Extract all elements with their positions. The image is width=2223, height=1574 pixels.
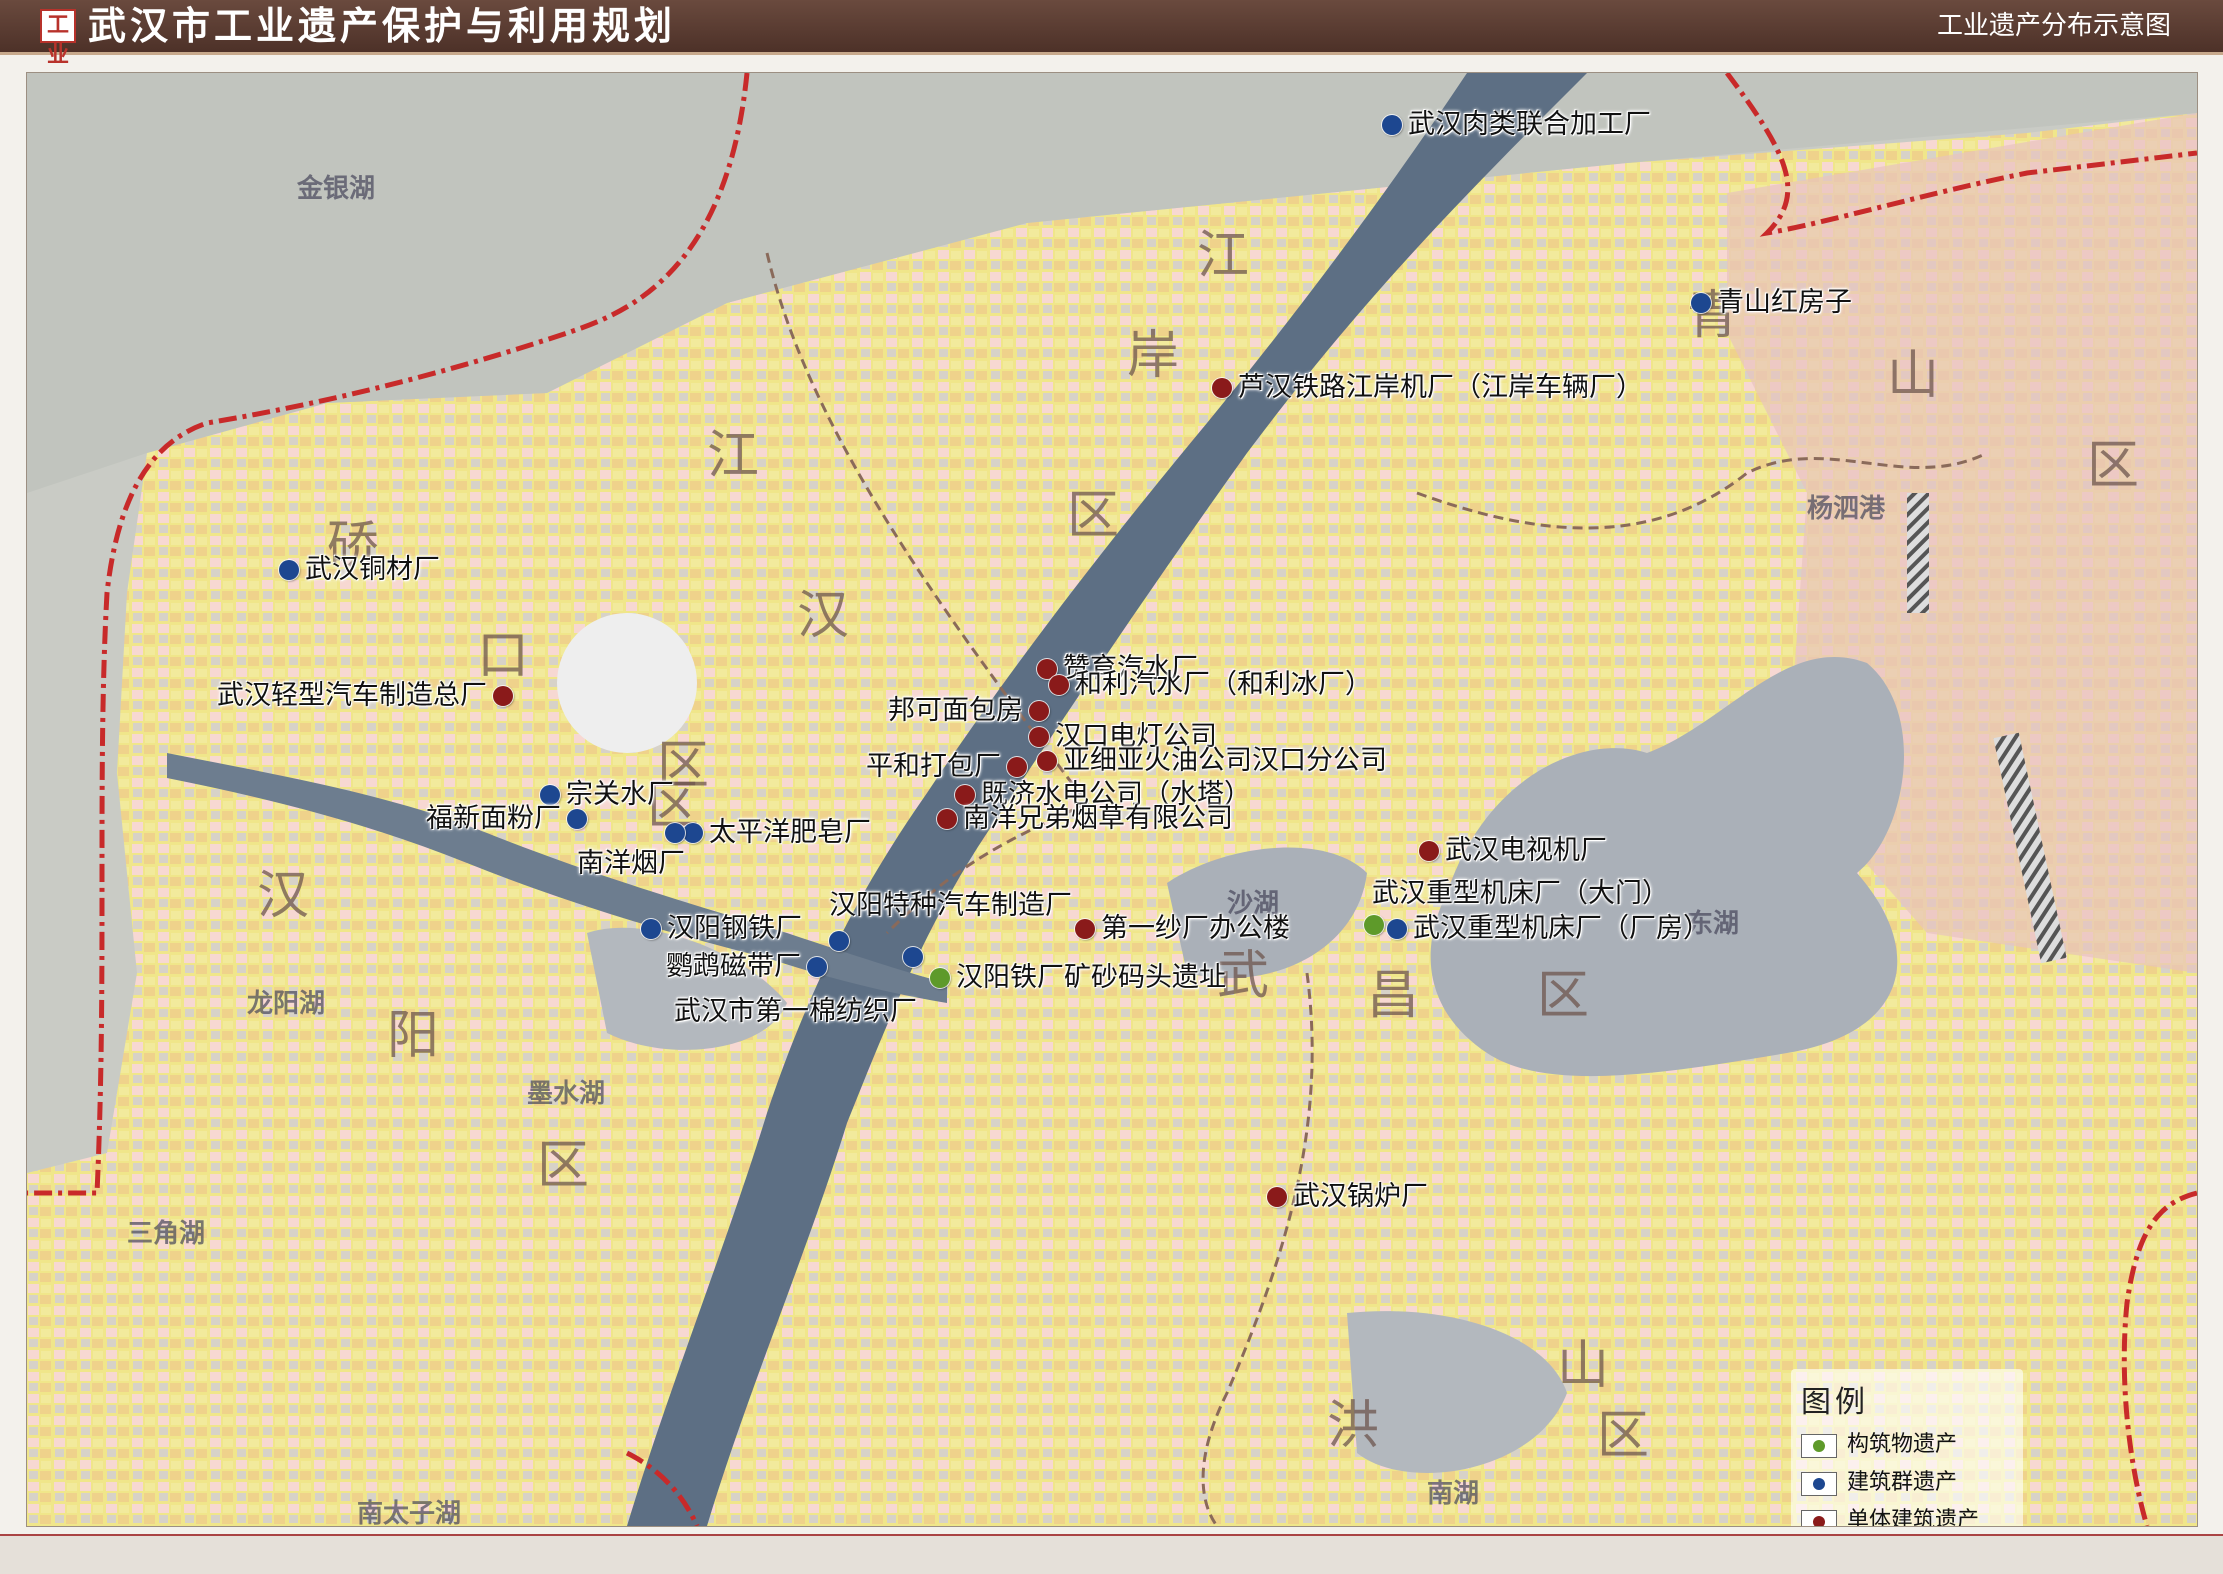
legend: 图例 构筑物遗产 建筑群遗产 单体建筑遗产 (1791, 1369, 2023, 1527)
footer-strip (0, 1534, 2223, 1574)
district-label: 山 (1887, 346, 1940, 406)
site-label: 武汉电视机厂 (1445, 835, 1607, 866)
building-group-dot (829, 931, 849, 951)
structure-dot (1813, 1440, 1825, 1452)
district-label: 阳 (387, 1006, 440, 1066)
site-label: 宗关水厂 (566, 779, 674, 810)
site-label: 武汉肉类联合加工厂 (1408, 109, 1651, 140)
building-group-dot (683, 823, 703, 843)
single-building-dot (1049, 675, 1069, 695)
legend-label: 构筑物遗产 (1847, 1432, 1958, 1457)
district-label: 江 (1197, 226, 1250, 286)
lake-label: 杨泗港 (1807, 494, 1886, 524)
district-label: 岸 (1127, 326, 1180, 386)
site-label: 南洋烟厂 (577, 848, 685, 879)
structure-dot (1364, 915, 1384, 935)
single-building-dot (1212, 378, 1232, 398)
lake-label: 龙阳湖 (247, 989, 326, 1019)
single-building-dot (1037, 751, 1057, 771)
building-group-dot (279, 560, 299, 580)
site-label: 武汉铜材厂 (305, 554, 440, 585)
single-building-dot (937, 809, 957, 829)
lake-label: 南湖 (1427, 1479, 1480, 1509)
site-label: 邦可面包房 (888, 695, 1023, 726)
district-label: 区 (2087, 436, 2140, 496)
site-label: 汉阳特种汽车制造厂 (829, 890, 1072, 921)
title-bar: 工业 武汉市工业遗产保护与利用规划 工业遗产分布示意图 (0, 0, 2223, 68)
site-label: 和利汽水厂（和利冰厂） (1075, 669, 1372, 700)
site-label: 福新面粉厂 (426, 803, 561, 834)
logo: 工业 (40, 9, 76, 68)
building-group-dot (903, 947, 923, 967)
legend-swatch (1801, 1472, 1837, 1496)
legend-label: 单体建筑遗产 (1847, 1508, 1980, 1527)
lake-label: 三角湖 (127, 1219, 206, 1249)
site-label: 汉阳钢铁厂 (667, 913, 802, 944)
single-building-dot (493, 686, 513, 706)
site-label: 武汉市第一棉纺织厂 (674, 996, 917, 1027)
single-building-dot (1813, 1516, 1825, 1526)
district-label: 区 (1597, 1406, 1650, 1466)
single-building-dot (1267, 1187, 1287, 1207)
district-label: 洪 (1327, 1396, 1380, 1456)
site-label: 武汉重型机床厂（大门） (1372, 878, 1669, 909)
site-label: 芦汉铁路江岸机厂（江岸车辆厂） (1238, 372, 1643, 403)
map-frame: 江 岸 区 江 汉 区 硚 口 区 汉 阳 区 青 山 区 武 昌 区 洪 山 … (26, 72, 2198, 1527)
legend-swatch (1801, 1434, 1837, 1458)
legend-swatch (1801, 1510, 1837, 1526)
single-building-dot (1419, 841, 1439, 861)
building-group-dot (665, 823, 685, 843)
district-label: 口 (477, 626, 530, 686)
site-label: 南洋兄弟烟草有限公司 (963, 803, 1233, 834)
district-label: 汉 (257, 866, 310, 926)
site-label: 武汉轻型汽车制造总厂 (217, 680, 487, 711)
site-label: 青山红房子 (1717, 287, 1852, 318)
single-building-dot (1029, 701, 1049, 721)
lake-label: 金银湖 (297, 174, 376, 204)
district-label: 区 (1537, 966, 1590, 1026)
district-label: 区 (1067, 486, 1120, 546)
building-group-dot (807, 957, 827, 977)
district-label: 山 (1557, 1336, 1610, 1396)
site-label: 武汉锅炉厂 (1293, 1181, 1428, 1212)
building-group-dot (1813, 1478, 1825, 1490)
building-group-dot (641, 919, 661, 939)
site-label: 太平洋肥皂厂 (709, 817, 871, 848)
single-building-dot (1075, 919, 1095, 939)
lake-label: 墨水湖 (527, 1079, 606, 1109)
site-label: 鹦鹉磁带厂 (666, 951, 801, 982)
building-group-dot (1691, 293, 1711, 313)
site-label: 第一纱厂办公楼 (1101, 913, 1290, 944)
site-label: 亚细亚火油公司汉口分公司 (1063, 745, 1387, 776)
district-label: 汉 (797, 586, 850, 646)
lake-label: 南太子湖 (357, 1499, 462, 1527)
district-label: 江 (707, 426, 760, 486)
district-label: 区 (537, 1136, 590, 1196)
building-group-dot (567, 809, 587, 829)
legend-label: 建筑群遗产 (1847, 1470, 1958, 1495)
site-label: 武汉重型机床厂（厂房） (1413, 913, 1710, 944)
structure-dot (930, 968, 950, 988)
page-subtitle: 工业遗产分布示意图 (1936, 11, 2171, 41)
building-group-dot (1387, 919, 1407, 939)
page-title: 武汉市工业遗产保护与利用规划 (88, 4, 677, 48)
legend-title: 图例 (1801, 1385, 1869, 1420)
single-building-dot (1029, 727, 1049, 747)
single-building-dot (1007, 757, 1027, 777)
district-label: 昌 (1367, 966, 1420, 1026)
building-group-dot (1382, 115, 1402, 135)
site-label: 汉阳铁厂矿砂码头遗址 (956, 962, 1226, 993)
